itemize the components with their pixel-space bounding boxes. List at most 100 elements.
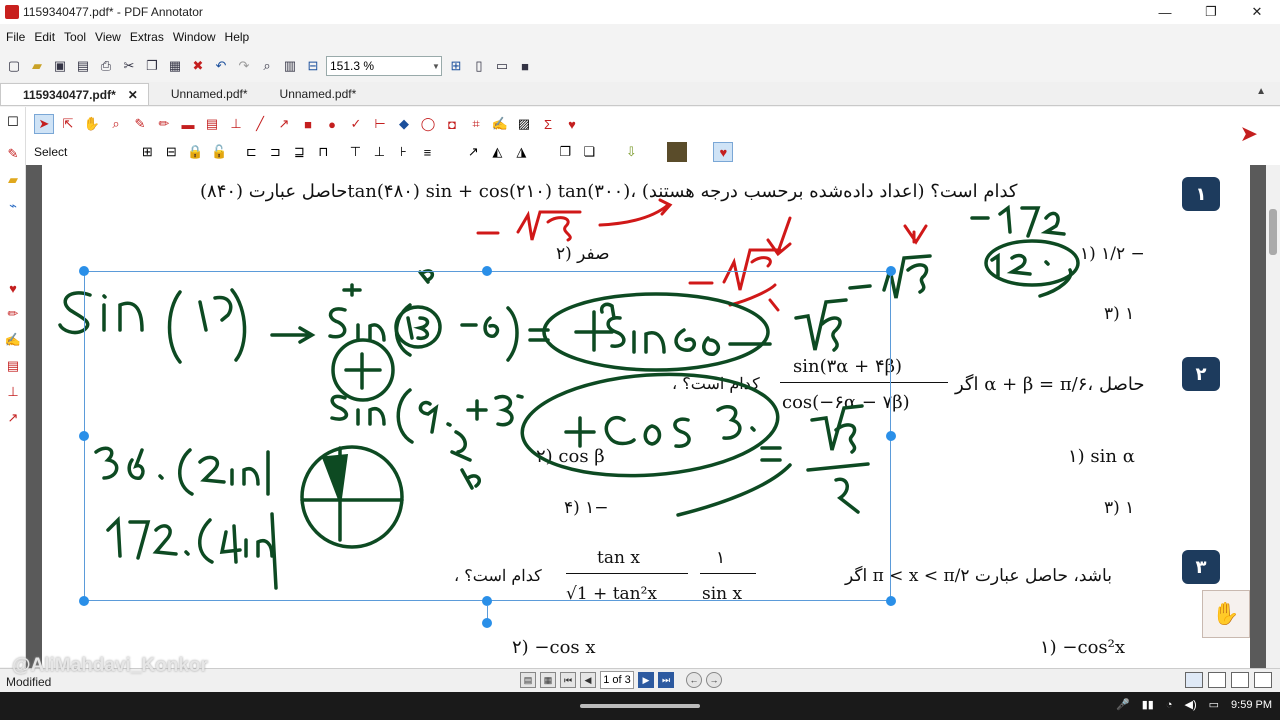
menu-edit[interactable]: Edit	[34, 30, 55, 44]
zoom-in-icon[interactable]: ⊞	[446, 56, 466, 76]
page-layout-icon[interactable]: ▥	[280, 56, 300, 76]
print-icon[interactable]: ⎙	[96, 56, 116, 76]
zoom-select[interactable]: 151.3 % ▼	[326, 56, 442, 76]
pen-quick-icon[interactable]: ✎	[2, 143, 24, 165]
stamp-icon[interactable]: ⊥	[226, 114, 246, 134]
menu-view[interactable]: View	[95, 30, 121, 44]
heart-quick-icon[interactable]: ♥	[2, 277, 24, 299]
zoom-out-icon[interactable]: ⊟	[303, 56, 323, 76]
resize-handle-bottom-right[interactable]	[886, 596, 896, 606]
battery-icon[interactable]: ▭	[1209, 698, 1219, 711]
resize-handle-top-left[interactable]	[79, 266, 89, 276]
crop-icon[interactable]: ⌗	[466, 114, 486, 134]
previous-page-icon[interactable]: ◀	[580, 672, 596, 688]
resize-handle-left[interactable]	[79, 431, 89, 441]
two-page-view-icon[interactable]	[1231, 672, 1249, 688]
lasso-icon[interactable]: ◯	[418, 114, 438, 134]
signal-icon[interactable]: ▮▮	[1142, 698, 1154, 711]
fit-page-icon[interactable]: ▯	[469, 56, 489, 76]
ellipse-tool-icon[interactable]: ●	[322, 114, 342, 134]
page-thumbnails-2-icon[interactable]: ▦	[540, 672, 556, 688]
maximize-button[interactable]: ❐	[1188, 0, 1234, 24]
last-page-icon[interactable]: ⏭	[658, 672, 674, 688]
page-thumbnails-icon[interactable]: ▤	[520, 672, 536, 688]
measure-tool-icon[interactable]: ⊢	[370, 114, 390, 134]
flip-horizontal-icon[interactable]: ◮	[511, 142, 531, 162]
tabs-scroll-icon[interactable]: ▲	[1256, 86, 1266, 97]
vertical-scrollbar[interactable]	[1266, 165, 1280, 668]
delete-icon[interactable]: ✖	[188, 56, 208, 76]
resize-handle-bottom[interactable]	[482, 596, 492, 606]
attachment-icon[interactable]: ⌁	[2, 195, 24, 217]
edit-text-icon[interactable]: ✍	[490, 114, 510, 134]
menu-window[interactable]: Window	[173, 30, 216, 44]
tab-1159340477[interactable]: 1159340477.pdf* ✕	[0, 83, 149, 105]
align-middle-icon[interactable]: ⊥	[369, 142, 389, 162]
align-bottom-icon[interactable]: ⊦	[393, 142, 413, 162]
tab-close-icon[interactable]: ✕	[128, 88, 138, 102]
distribute-vertical-icon[interactable]: ≡	[417, 142, 437, 162]
marker-quick-icon[interactable]: ✍	[2, 329, 24, 351]
pencil-quick-icon[interactable]: ✏	[2, 303, 24, 325]
align-left-icon[interactable]: ⊏	[241, 142, 261, 162]
find-icon[interactable]: ⌕	[257, 56, 277, 76]
save-icon[interactable]: ▣	[50, 56, 70, 76]
bring-forward-icon[interactable]: ↗	[463, 142, 483, 162]
copy-icon[interactable]: ❐	[142, 56, 162, 76]
paste-page-icon[interactable]: ❏	[579, 142, 599, 162]
hand-pan-button[interactable]: ✋	[1202, 590, 1250, 638]
chevron-down-icon[interactable]: ▼	[431, 62, 441, 71]
new-document-icon[interactable]: ▢	[4, 56, 24, 76]
arrow-quick-icon[interactable]: ↗	[2, 407, 24, 429]
unlock-icon[interactable]: 🔓	[209, 142, 229, 162]
continuous-view-icon[interactable]	[1208, 672, 1226, 688]
group-icon[interactable]: ⊞	[137, 142, 157, 162]
checkmark-tool-icon[interactable]: ✓	[346, 114, 366, 134]
next-page-icon[interactable]: ▶	[638, 672, 654, 688]
pointer-mode-icon[interactable]: ➤	[1240, 121, 1258, 147]
scrollbar-thumb[interactable]	[1269, 209, 1277, 255]
image-icon[interactable]: ▨	[514, 114, 534, 134]
forward-icon[interactable]: →	[706, 672, 722, 688]
select-tool-icon[interactable]: ➤	[34, 114, 54, 134]
flip-vertical-icon[interactable]: ◭	[487, 142, 507, 162]
back-icon[interactable]: ←	[686, 672, 702, 688]
highlighter-icon[interactable]: ▬	[178, 114, 198, 134]
favorite-heart-icon[interactable]: ♥	[562, 114, 582, 134]
microphone-icon[interactable]: 🎤	[1116, 698, 1130, 711]
select-text-icon[interactable]: ⇱	[58, 114, 78, 134]
clock[interactable]: 9:59 PM	[1231, 699, 1272, 711]
text-box-icon[interactable]: ▤	[202, 114, 222, 134]
camera-icon[interactable]: ◘	[442, 114, 462, 134]
close-button[interactable]: ✕	[1234, 0, 1280, 24]
open-folder-icon[interactable]: ▰	[27, 56, 47, 76]
first-page-icon[interactable]: ⏮	[560, 672, 576, 688]
resize-handle-right[interactable]	[886, 431, 896, 441]
rectangle-tool-icon[interactable]: ■	[298, 114, 318, 134]
pencil-icon[interactable]: ✏	[154, 114, 174, 134]
checkbox-icon[interactable]: ☐	[2, 111, 24, 133]
resize-handle-top[interactable]	[482, 266, 492, 276]
favorite-tool-icon[interactable]: ♥	[713, 142, 734, 162]
zoom-tool-icon[interactable]: ⌕	[106, 114, 126, 134]
text-quick-icon[interactable]: ▤	[2, 355, 24, 377]
cut-icon[interactable]: ✂	[119, 56, 139, 76]
resize-handle-top-right[interactable]	[886, 266, 896, 276]
single-page-view-icon[interactable]	[1185, 672, 1203, 688]
folder-icon[interactable]: ▰	[2, 169, 24, 191]
rotate-handle[interactable]	[482, 618, 492, 628]
redo-icon[interactable]: ↷	[234, 56, 254, 76]
line-tool-icon[interactable]: ╱	[250, 114, 270, 134]
stamp-quick-icon[interactable]: ⊥	[2, 381, 24, 403]
tab-unnamed-1[interactable]: Unnamed.pdf*	[149, 83, 258, 105]
save-as-icon[interactable]: ▤	[73, 56, 93, 76]
minimize-button[interactable]: —	[1142, 0, 1188, 24]
taskbar-handle[interactable]	[580, 704, 700, 708]
properties-icon[interactable]	[667, 142, 688, 162]
eraser-icon[interactable]: ◆	[394, 114, 414, 134]
distribute-icon[interactable]: ⊓	[313, 142, 333, 162]
selection-rectangle[interactable]	[84, 271, 891, 601]
lock-icon[interactable]: 🔒	[185, 142, 205, 162]
align-top-icon[interactable]: ⊤	[345, 142, 365, 162]
page-indicator[interactable]: 1 of 3	[600, 671, 634, 689]
